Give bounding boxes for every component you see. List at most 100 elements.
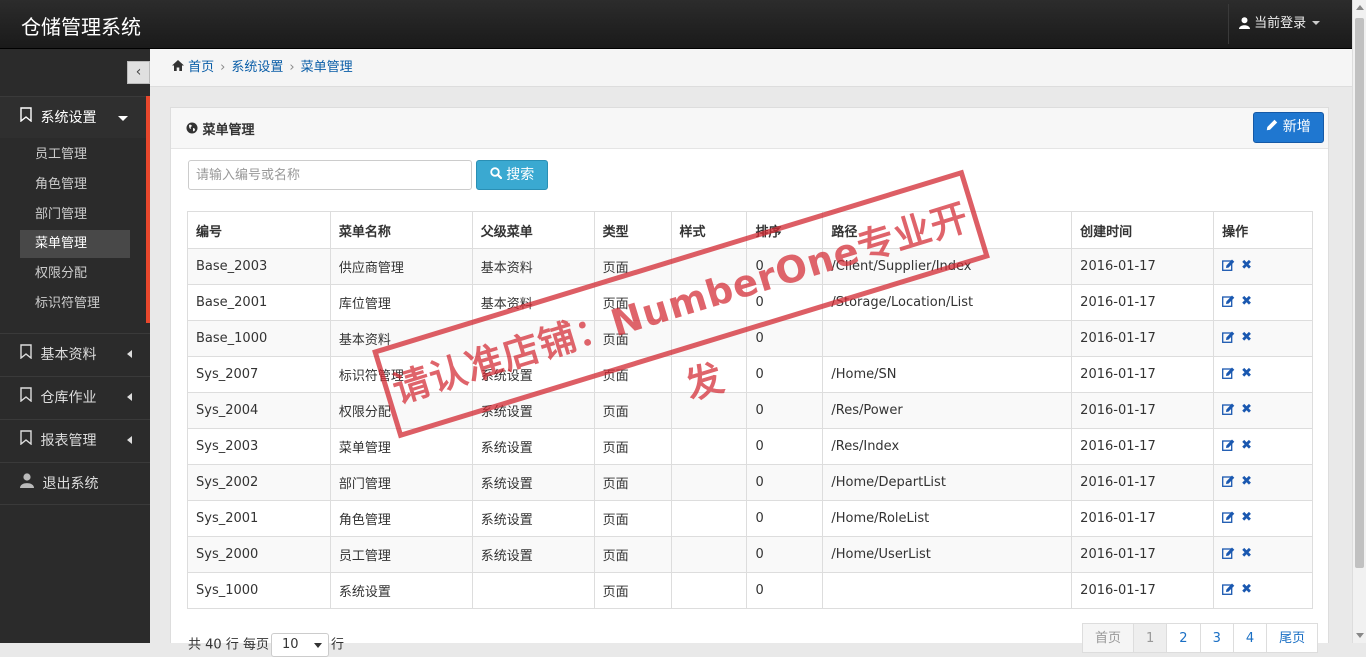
sidebar-item-label: 仓库作业: [40, 390, 97, 406]
table-row: Base_2003 供应商管理 基本资料 页面 0/Client/Supplier/In…: [187, 248, 1313, 285]
scroll-down-arrow-icon[interactable]: [1356, 633, 1364, 638]
submenu-item-roles[interactable]: 角色管理: [20, 171, 130, 199]
edit-icon[interactable]: [1222, 583, 1235, 599]
total-count: 40: [205, 637, 222, 653]
breadcrumb-system-settings[interactable]: 系统设置: [231, 60, 283, 75]
total-prefix: 共: [188, 637, 202, 653]
edit-icon[interactable]: [1222, 475, 1235, 491]
table-row: Sys_2003 菜单管理 系统设置 页面 0/Res/Index 2016-01-17 ✖: [187, 428, 1313, 465]
submenu-item-menus[interactable]: 菜单管理: [20, 230, 130, 258]
sidebar-item-logout[interactable]: 退出系统: [0, 462, 150, 505]
cell-parent: 系统设置: [471, 536, 595, 573]
edit-icon[interactable]: [1222, 367, 1235, 383]
page-2[interactable]: 2: [1166, 623, 1201, 653]
column-header-parent[interactable]: 父级菜单: [471, 211, 595, 249]
cell-order: 0: [746, 356, 824, 393]
edit-icon[interactable]: [1222, 295, 1235, 311]
edit-icon[interactable]: [1222, 511, 1235, 527]
cell-style: [670, 356, 748, 393]
cell-actions: ✖: [1213, 320, 1313, 357]
cell-order: 0: [746, 248, 824, 285]
cell-actions: ✖: [1213, 464, 1313, 501]
cell-id: Sys_2000: [187, 536, 331, 573]
edit-icon[interactable]: [1222, 331, 1235, 347]
cell-style: [670, 536, 748, 573]
column-header-id[interactable]: 编号: [187, 211, 331, 249]
edit-icon[interactable]: [1222, 403, 1235, 419]
cell-path: /Home/DepartList: [822, 464, 1073, 501]
cell-actions: ✖: [1213, 392, 1313, 429]
cell-style: [670, 320, 748, 357]
delete-icon[interactable]: ✖: [1241, 438, 1252, 453]
page-scrollbar[interactable]: [1352, 0, 1366, 643]
page-3[interactable]: 3: [1199, 623, 1234, 653]
cell-actions: ✖: [1213, 500, 1313, 537]
home-icon: [172, 60, 184, 75]
breadcrumb-current[interactable]: 菜单管理: [301, 60, 353, 75]
sidebar-collapse-button[interactable]: ‹: [127, 61, 150, 84]
cell-path: [822, 320, 1073, 357]
column-header-style[interactable]: 样式: [670, 211, 748, 249]
sidebar-item-basic-data[interactable]: 基本资料: [0, 333, 150, 375]
column-header-created[interactable]: 创建时间: [1071, 211, 1215, 249]
bookmark-icon: [20, 420, 32, 462]
table-header-row: 编号 菜单名称 父级菜单 类型 样式 排序 路径 创建时间 操作: [187, 211, 1313, 249]
cell-style: [670, 284, 748, 321]
sidebar-item-warehouse-ops[interactable]: 仓库作业: [0, 376, 150, 418]
page-1[interactable]: 1: [1133, 623, 1168, 653]
page-4[interactable]: 4: [1232, 623, 1268, 653]
edit-icon[interactable]: [1222, 439, 1235, 455]
search-input[interactable]: [188, 160, 472, 190]
delete-icon[interactable]: ✖: [1241, 582, 1252, 597]
cell-parent: 基本资料: [471, 248, 595, 285]
scrollbar-thumb[interactable]: [1355, 18, 1364, 568]
delete-icon[interactable]: ✖: [1241, 546, 1252, 561]
cell-name: 标识符管理: [329, 356, 473, 393]
submenu-item-identifiers[interactable]: 标识符管理: [20, 290, 130, 318]
scroll-up-arrow-icon[interactable]: [1356, 5, 1364, 10]
search-button[interactable]: 搜索: [476, 160, 548, 190]
delete-icon[interactable]: ✖: [1241, 330, 1252, 345]
column-header-type[interactable]: 类型: [593, 211, 672, 249]
delete-icon[interactable]: ✖: [1241, 402, 1252, 417]
cell-path: /Storage/Location/List: [822, 284, 1073, 321]
cell-path: /Home/UserList: [822, 536, 1073, 573]
edit-icon[interactable]: [1222, 547, 1235, 563]
cell-type: 页面: [593, 284, 672, 321]
column-header-path[interactable]: 路径: [822, 211, 1073, 249]
cell-type: 页面: [593, 392, 672, 429]
submenu-item-departments[interactable]: 部门管理: [20, 201, 130, 229]
delete-icon[interactable]: ✖: [1241, 294, 1252, 309]
cell-type: 页面: [593, 320, 672, 357]
cell-parent: 系统设置: [471, 392, 595, 429]
breadcrumb-home[interactable]: 首页: [188, 60, 214, 75]
globe-icon: [186, 122, 198, 138]
chevron-left-icon: [127, 393, 132, 401]
column-header-order[interactable]: 排序: [746, 211, 824, 249]
delete-icon[interactable]: ✖: [1241, 510, 1252, 525]
page-first[interactable]: 首页: [1082, 623, 1135, 653]
edit-icon[interactable]: [1222, 259, 1235, 275]
top-navbar: 仓储管理系统 当前登录: [0, 0, 1352, 49]
page-last[interactable]: 尾页: [1266, 623, 1319, 653]
cell-id: Base_2001: [187, 284, 331, 321]
add-menu-button[interactable]: 新增: [1253, 112, 1324, 143]
current-user-dropdown[interactable]: 当前登录: [1228, 4, 1338, 44]
page-size-select[interactable]: 10: [271, 633, 330, 657]
cell-name: 权限分配: [329, 392, 473, 429]
column-header-name[interactable]: 菜单名称: [329, 211, 473, 249]
sidebar-item-reports[interactable]: 报表管理: [0, 419, 150, 461]
cell-name: 系统设置: [329, 572, 473, 609]
bookmark-icon: [20, 377, 32, 419]
submenu-item-staff[interactable]: 员工管理: [20, 141, 130, 169]
chevron-left-icon: [127, 350, 132, 358]
delete-icon[interactable]: ✖: [1241, 366, 1252, 381]
delete-icon[interactable]: ✖: [1241, 474, 1252, 489]
cell-created: 2016-01-17: [1071, 536, 1215, 573]
sidebar-item-system-settings[interactable]: 系统设置: [0, 96, 150, 138]
chevron-down-icon: [118, 116, 128, 121]
cell-type: 页面: [593, 572, 672, 609]
submenu-item-permissions[interactable]: 权限分配: [20, 260, 130, 288]
delete-icon[interactable]: ✖: [1241, 258, 1252, 273]
panel-header: 菜单管理 新增: [171, 108, 1328, 149]
